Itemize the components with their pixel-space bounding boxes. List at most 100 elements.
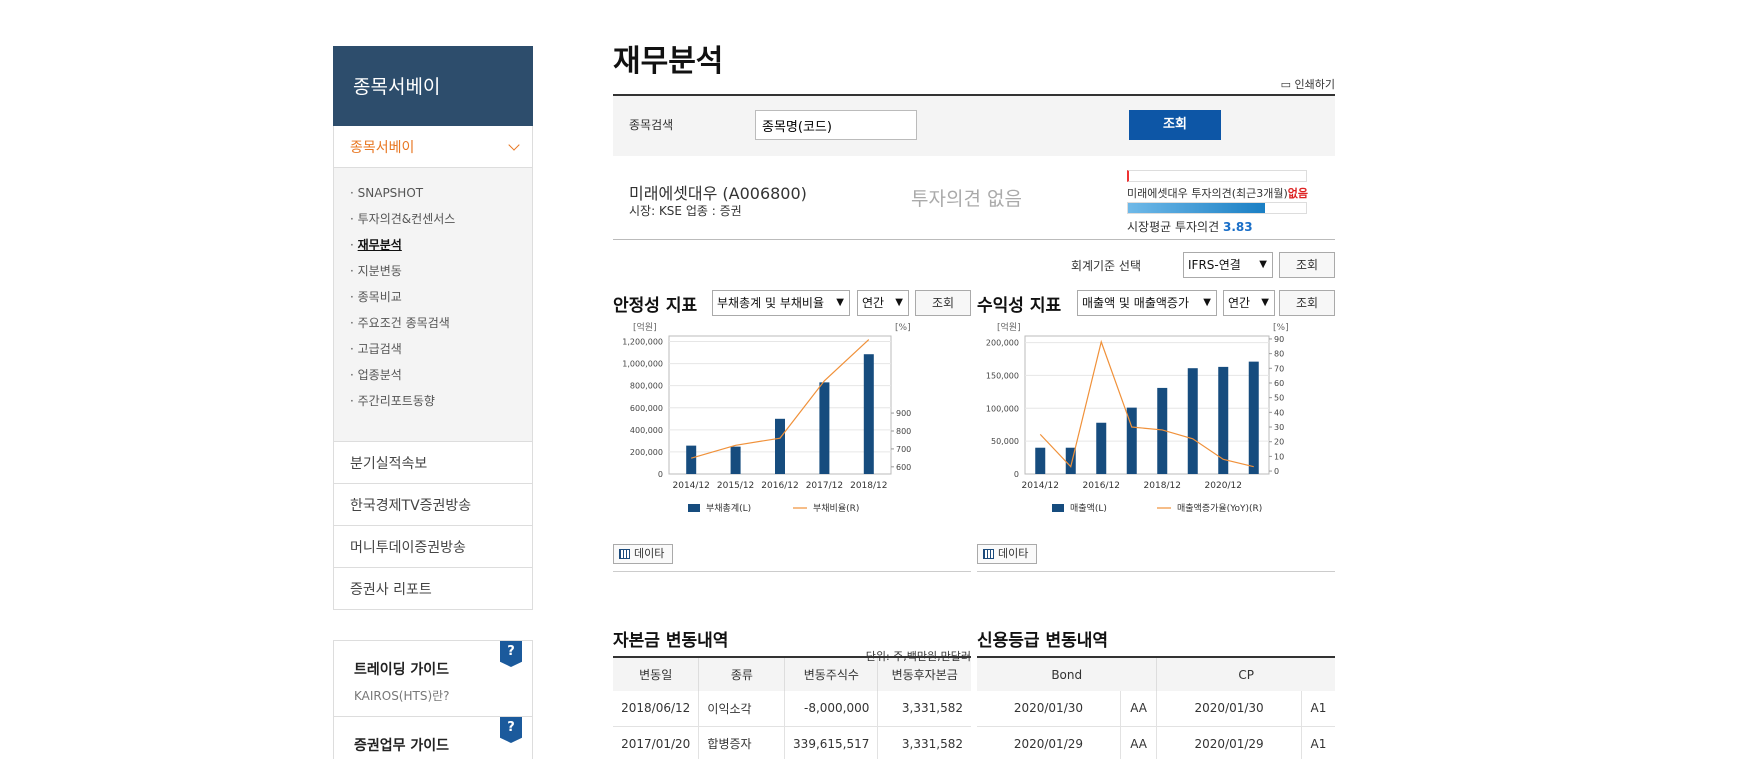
profit-panel: 수익성 지표 매출액 및 매출액증가 ▼ 연간 ▼ 조회 [억원] [%] 200,00… — [977, 284, 1335, 584]
sidebar-item-industry-analysis[interactable]: · 업종분석 — [350, 364, 532, 390]
company-summary: 미래에셋대우 (A006800) 시장: KSE 업종 : 증권 투자의견 없음… — [613, 156, 1335, 240]
sidebar-item-share-change[interactable]: · 지분변동 — [350, 260, 532, 286]
y2-tick-label: 0 — [1274, 467, 1279, 476]
table-cell: 339,615,517 — [784, 726, 879, 759]
y-tick-label: 1,200,000 — [622, 338, 663, 347]
sidebar-menu-reports[interactable]: 증권사 리포트 — [334, 568, 532, 610]
table-cell: 2020/01/29 — [1156, 726, 1302, 759]
sidebar-menu-hktv[interactable]: 한국경제TV증권방송 — [334, 484, 532, 526]
search-label: 종목검색 — [629, 118, 674, 132]
y-tick-label: 200,000 — [630, 448, 663, 457]
capital-unit: 단위: 주,백만원,만달러 — [865, 650, 971, 663]
y-tick-label: 1,000,000 — [622, 360, 663, 369]
capital-section: 자본금 변동내역 단위: 주,백만원,만달러 변동일 종류 변동주식수 변동후자… — [613, 626, 971, 759]
profit-title: 수익성 지표 — [977, 296, 1062, 316]
y2-tick-label: 30 — [1274, 423, 1284, 432]
y-tick-label: 0 — [658, 470, 663, 479]
legend-bar-label: 부채총계(L) — [706, 502, 751, 514]
sidebar: 종목서베이 종목서베이 · SNAPSHOT · 투자의견&컨센서스 · 재무분… — [333, 46, 533, 759]
stability-panel: 안정성 지표 부채총계 및 부채비율 ▼ 연간 ▼ 조회 [억원] [%] 1,200,… — [613, 284, 971, 584]
profit-chart-svg: [억원] [%] 200,000 150,000 100,000 50,000 0 90 80 7… — [986, 321, 1289, 514]
y-tick-label: 200,000 — [986, 339, 1019, 348]
table-header: Bond — [977, 656, 1158, 691]
chart-bar — [1096, 422, 1107, 474]
left-unit-label: [억원] — [997, 321, 1021, 333]
table-cell: A1 — [1301, 691, 1335, 727]
opinion-text: 투자의견 없음 — [911, 188, 1022, 210]
left-unit-label: [억원] — [633, 321, 657, 333]
right-unit-label: [%] — [895, 323, 911, 333]
basis-query-button[interactable]: 조회 — [1279, 252, 1335, 278]
trading-guide[interactable]: 트레이딩 가이드 KAIROS(HTS)란? ? — [333, 640, 533, 717]
x-tick-label: 2014/12 — [1022, 481, 1059, 491]
y-tick-label: 50,000 — [991, 437, 1019, 446]
profit-period-select[interactable]: 연간 ▼ — [1223, 290, 1275, 316]
stability-title: 안정성 지표 — [613, 296, 698, 316]
sidebar-menu-mt[interactable]: 머니투데이증권방송 — [334, 526, 532, 568]
search-button[interactable]: 조회 — [1129, 110, 1221, 140]
chart-bar — [819, 382, 830, 474]
profit-data-button[interactable]: 데이타 — [977, 544, 1037, 564]
page-title: 재무분석 — [613, 44, 724, 79]
y2-tick-label: 600 — [896, 463, 911, 472]
legend-bar-swatch — [1052, 504, 1064, 512]
credit-title: 신용등급 변동내역 — [977, 631, 1109, 651]
table-header: 종류 — [698, 656, 786, 691]
table-cell: 2018/06/12 — [613, 691, 700, 727]
table-cell: 3,331,582 — [877, 726, 971, 759]
table-icon — [619, 549, 630, 559]
stability-metric-select[interactable]: 부채총계 및 부채비율 ▼ — [712, 290, 850, 316]
sidebar-item-advanced-search[interactable]: · 고급검색 — [350, 338, 532, 364]
sidebar-header: 종목서베이 — [333, 46, 533, 126]
print-button[interactable]: ▭ 인쇄하기 — [1281, 76, 1335, 92]
sidebar-submenu-toggle[interactable]: 종목서베이 — [333, 126, 533, 168]
sidebar-item-condition-search[interactable]: · 주요조건 종목검색 — [350, 312, 532, 338]
table-cell: 이익소각 — [698, 691, 786, 727]
sidebar-item-consensus[interactable]: · 투자의견&컨센서스 — [350, 208, 532, 234]
sidebar-item-snapshot[interactable]: · SNAPSHOT — [350, 182, 532, 208]
chart-panels: 안정성 지표 부채총계 및 부채비율 ▼ 연간 ▼ 조회 [억원] [%] 1,200,… — [613, 284, 1335, 584]
credit-section: 신용등급 변동내역 Bond CP 2020/01/30 AA 2020/01/… — [977, 626, 1335, 759]
table-row: 2020/01/29 AA 2020/01/29 A1 — [977, 726, 1335, 759]
table-row: 2017/01/20 합병증자 339,615,517 3,331,582 — [613, 726, 971, 759]
market-avg-bar-fill — [1128, 203, 1266, 213]
y2-tick-label: 800 — [896, 427, 911, 436]
chart-bar — [686, 445, 697, 474]
stability-chart-svg: [억원] [%] 1,200,000 1,000,000 800,000 600,000 4… — [622, 321, 919, 579]
basis-label: 회계기준 선택 — [1070, 259, 1141, 273]
stability-period-select[interactable]: 연간 ▼ — [857, 290, 909, 316]
capital-table: 변동일 종류 변동주식수 변동후자본금 2018/06/12 이익소각 -8,0… — [613, 656, 971, 759]
legend-line-label: 부채비율(R) — [813, 503, 859, 514]
sidebar-submenu-label: 종목서베이 — [350, 139, 415, 156]
table-icon — [983, 549, 994, 559]
securities-guide[interactable]: 증권업무 가이드 ? — [333, 716, 533, 759]
sidebar-item-stock-compare[interactable]: · 종목비교 — [350, 286, 532, 312]
y2-tick-label: 60 — [1274, 379, 1284, 388]
profit-metric-select[interactable]: 매출액 및 매출액증가 ▼ — [1077, 290, 1217, 316]
stability-chart: [억원] [%] 1,200,000 1,000,000 800,000 600,000 4… — [613, 320, 971, 579]
x-tick-label: 2015/12 — [717, 481, 754, 491]
table-cell: AA — [1120, 726, 1158, 759]
table-header: 변동주식수 — [784, 656, 879, 691]
sidebar-menu-quarterly[interactable]: 분기실적속보 — [334, 442, 532, 484]
stability-query-button[interactable]: 조회 — [915, 290, 971, 316]
y2-tick-label: 80 — [1274, 350, 1284, 359]
stability-data-button[interactable]: 데이타 — [613, 544, 673, 564]
x-tick-label: 2018/12 — [1144, 481, 1181, 491]
profit-query-button[interactable]: 조회 — [1279, 290, 1335, 316]
y-tick-label: 150,000 — [986, 371, 1019, 380]
table-cell: 2020/01/29 — [977, 726, 1121, 759]
table-header: 변동일 — [613, 656, 700, 691]
basis-select[interactable]: IFRS-연결 ▼ — [1183, 252, 1273, 278]
table-cell: 2020/01/30 — [977, 691, 1121, 727]
company-name: 미래에셋대우 (A006800) — [629, 184, 807, 203]
search-input[interactable] — [755, 110, 917, 140]
sidebar-item-weekly-report[interactable]: · 주간리포트동향 — [350, 390, 532, 416]
y-tick-label: 600,000 — [630, 404, 663, 413]
sidebar-item-financial-analysis[interactable]: · 재무분석 — [350, 234, 532, 260]
legend-line-label: 매출액증가율(YoY)(R) — [1177, 502, 1262, 514]
y-tick-label: 0 — [1014, 470, 1019, 479]
y2-tick-label: 10 — [1274, 452, 1284, 461]
main-content: 재무분석 ▭ 인쇄하기 종목검색 조회 미래에셋대우 (A006800) 시장:… — [613, 36, 1335, 759]
table-row: 2018/06/12 이익소각 -8,000,000 3,331,582 — [613, 691, 971, 727]
